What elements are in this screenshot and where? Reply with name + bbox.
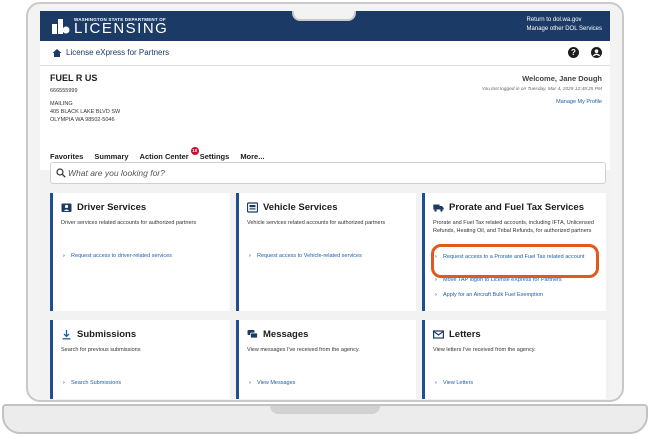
laptop-base-notch — [270, 406, 380, 414]
last-login-text: You last logged in on Tuesday, Mar 4, 20… — [481, 87, 602, 92]
chevron-right-icon: › — [435, 380, 437, 386]
chevron-right-icon: › — [435, 277, 437, 283]
submissions-title: Submissions — [77, 329, 137, 340]
vehicle-services-title: Vehicle Services — [263, 202, 338, 213]
question-circle-icon[interactable]: ? — [568, 47, 579, 58]
letters-title: Letters — [449, 329, 481, 340]
card-title: Letters — [433, 329, 481, 340]
card-driver-services: Driver Services Driver services related … — [50, 193, 230, 311]
request-vehicle-access-link[interactable]: › Request access to Vehicle-related servi… — [249, 253, 362, 260]
tab-summary[interactable]: Summary — [94, 152, 128, 161]
aircraft-bulk-fuel-link[interactable]: › Apply for an Aircraft Bulk Fuel Exempti… — [435, 292, 543, 299]
search-placeholder: What are you looking for? — [68, 168, 165, 178]
chevron-right-icon: › — [63, 253, 65, 259]
search-submissions-link[interactable]: › Search Submissions — [63, 380, 121, 387]
chevron-right-icon: › — [435, 292, 437, 298]
logo-big-text: LICENSING — [74, 19, 169, 37]
card-letters: Letters View letters I've received from … — [422, 320, 606, 399]
notification-badge: 10 — [190, 147, 199, 155]
vehicle-registration-icon — [247, 202, 258, 213]
search-icon — [56, 168, 66, 178]
link-label: Search Submissions — [71, 380, 122, 386]
tab-settings[interactable]: Settings — [200, 152, 230, 161]
home-icon[interactable] — [52, 48, 62, 58]
card-description: Vehicle services related accounts for au… — [247, 220, 386, 226]
view-messages-link[interactable]: › View Messages — [249, 380, 295, 387]
link-label: Apply for an Aircraft Bulk Fuel Exemptio… — [443, 292, 543, 298]
card-description: Prorate and Fuel Tax related accounts, i… — [433, 220, 594, 234]
card-description: View messages I've received from the age… — [247, 347, 360, 353]
screen: WASHINGTON STATE DEPARTMENT OF LICENSING… — [40, 11, 610, 399]
chevron-right-icon: › — [63, 380, 65, 386]
camera-notch — [292, 11, 356, 21]
link-label: View Messages — [257, 380, 296, 386]
chevron-right-icon: › — [249, 380, 251, 386]
link-label: Request access to driver-related service… — [71, 253, 172, 259]
tab-more[interactable]: More... — [240, 152, 264, 161]
prorate-fuel-tax-title: Prorate and Fuel Tax Services — [449, 202, 584, 213]
address-line: 405 BLACK LAKE BLVD SW — [50, 109, 121, 115]
card-messages: Messages View messages I've received fro… — [236, 320, 416, 399]
address-line: MAILING — [50, 101, 73, 107]
driver-services-title: Driver Services — [77, 202, 147, 213]
welcome-text: Welcome, Jane Dough — [522, 74, 602, 83]
account-panel: FUEL R US 666555999 MAILING 405 BLACK LA… — [40, 66, 610, 170]
truck-icon — [433, 204, 444, 212]
search-input[interactable]: What are you looking for? — [50, 162, 606, 184]
id-card-icon — [61, 203, 72, 212]
return-to-dol-link[interactable]: Return to dol.wa.gov — [527, 16, 602, 25]
download-icon — [62, 330, 71, 340]
card-title: Driver Services — [61, 202, 146, 213]
card-submissions: Submissions Search for previous submissi… — [50, 320, 230, 399]
manage-profile-link[interactable]: Manage My Profile — [556, 99, 602, 105]
account-name: FUEL R US — [50, 73, 98, 83]
card-title: Submissions — [61, 329, 136, 340]
move-tap-logon-link[interactable]: › Move TAP logon to License eXpress for P… — [435, 277, 562, 284]
app-title[interactable]: License eXpress for Partners — [66, 48, 169, 57]
dol-logo-icon — [52, 19, 70, 34]
highlight-annotation — [431, 244, 599, 278]
request-driver-access-link[interactable]: › Request access to driver-related servic… — [63, 253, 172, 260]
chat-bubbles-icon — [247, 330, 258, 339]
card-description: View letters I've received from the agen… — [433, 347, 536, 353]
account-id: 666555999 — [50, 88, 78, 94]
card-description: Search for previous submissions — [61, 347, 141, 353]
tab-favorites[interactable]: Favorites — [50, 152, 83, 161]
chevron-right-icon: › — [249, 253, 251, 259]
link-label: Request access to Vehicle-related servic… — [257, 253, 362, 259]
app-bar: License eXpress for Partners ? — [40, 41, 610, 66]
nav-tabs: Favorites Summary Action Center 10 Setti… — [50, 147, 264, 161]
view-letters-link[interactable]: › View Letters — [435, 380, 473, 387]
envelope-icon — [433, 330, 444, 339]
tab-action-center[interactable]: Action Center 10 — [139, 147, 199, 161]
messages-title: Messages — [263, 329, 309, 340]
card-description: Driver services related accounts for aut… — [61, 220, 197, 226]
account-address: MAILING 405 BLACK LAKE BLVD SW OLYMPIA W… — [50, 100, 120, 124]
manage-other-services-link[interactable]: Manage other DOL Services — [527, 25, 602, 34]
tab-action-center-label: Action Center — [139, 152, 189, 161]
dol-logo[interactable]: WASHINGTON STATE DEPARTMENT OF LICENSING — [50, 16, 168, 36]
card-title: Vehicle Services — [247, 202, 337, 213]
account-circle-icon[interactable] — [591, 47, 602, 58]
link-label: View Letters — [443, 380, 474, 386]
card-vehicle-services: Vehicle Services Vehicle services relate… — [236, 193, 416, 311]
card-title: Messages — [247, 329, 308, 340]
card-title: Prorate and Fuel Tax Services — [433, 202, 584, 213]
top-links: Return to dol.wa.gov Manage other DOL Se… — [527, 16, 602, 34]
address-line: OLYMPIA WA 98502-5046 — [50, 117, 115, 123]
